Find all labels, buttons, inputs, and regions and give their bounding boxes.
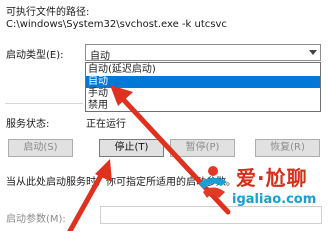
- watermark-url: igaliao.com: [232, 192, 317, 207]
- watermark-title: 爱·尬聊: [236, 166, 308, 190]
- arrow-to-stop-button: [67, 159, 112, 231]
- watermark-logo-icon: [199, 166, 227, 198]
